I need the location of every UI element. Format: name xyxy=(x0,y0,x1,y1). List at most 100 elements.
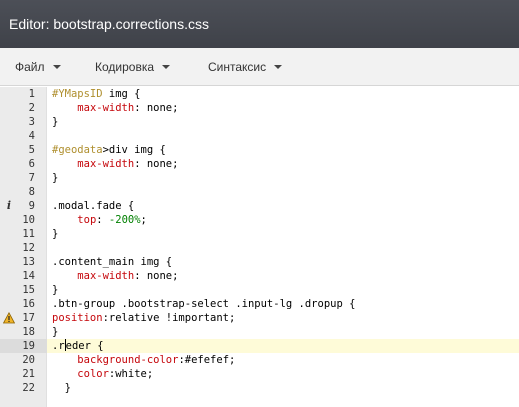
menu-file-label: Файл xyxy=(15,60,45,74)
code-text: } xyxy=(52,115,58,129)
line-number: 22 xyxy=(22,382,35,394)
code-text: } xyxy=(52,325,58,339)
code-token: max-width xyxy=(77,270,135,282)
code-token: } xyxy=(52,326,59,338)
code-text: background-color:#efefef; xyxy=(52,353,235,367)
menu-file[interactable]: Файл xyxy=(15,60,61,74)
line-number: 8 xyxy=(28,186,35,198)
line-number: 4 xyxy=(28,130,35,142)
code-line[interactable]: 12 xyxy=(0,241,519,255)
code-line[interactable]: 21 color:white; xyxy=(0,367,519,381)
chevron-down-icon xyxy=(274,65,283,69)
line-number: 2 xyxy=(28,102,35,114)
code-token: img { xyxy=(102,88,141,100)
code-text: } xyxy=(52,283,58,297)
info-icon[interactable]: i xyxy=(3,200,15,212)
code-token: } xyxy=(52,116,59,128)
code-token: top xyxy=(77,214,97,226)
code-token: .modal.fade { xyxy=(52,200,135,212)
code-token: position xyxy=(52,312,103,324)
code-token: background-color xyxy=(77,354,179,366)
code-line[interactable]: 8 xyxy=(0,185,519,199)
code-text: .modal.fade { xyxy=(52,199,134,213)
code-token: max-width xyxy=(77,102,135,114)
code-line[interactable]: 1 #YMapsID img { xyxy=(0,87,519,101)
code-text: #geodata>div img { xyxy=(52,143,166,157)
code-text: .content_main img { xyxy=(52,255,172,269)
code-token: #geodata xyxy=(52,144,103,156)
line-number: 12 xyxy=(22,242,35,254)
code-token: : none; xyxy=(134,102,179,114)
code-text: top: -200%; xyxy=(52,213,147,227)
code-token: :#efefef; xyxy=(178,354,236,366)
code-line[interactable]: 7} xyxy=(0,171,519,185)
code-line[interactable]: 18} xyxy=(0,325,519,339)
code-line[interactable]: 4 xyxy=(0,129,519,143)
code-token: } xyxy=(52,172,59,184)
code-text: max-width: none; xyxy=(52,101,178,115)
code-line[interactable]: 15} xyxy=(0,283,519,297)
code-line[interactable]: 20 background-color:#efefef; xyxy=(0,353,519,367)
code-line[interactable]: 3} xyxy=(0,115,519,129)
code-line[interactable]: 13 .content_main img { xyxy=(0,255,519,269)
code-token: -200% xyxy=(108,214,141,226)
code-line[interactable]: 11} xyxy=(0,227,519,241)
line-number: 21 xyxy=(22,368,35,380)
code-line[interactable]: 6 max-width: none; xyxy=(0,157,519,171)
code-token: } xyxy=(52,284,59,296)
menu-encoding[interactable]: Кодировка xyxy=(95,60,171,74)
line-number: 11 xyxy=(22,228,35,240)
line-number: 3 xyxy=(28,116,35,128)
code-line[interactable]: 2 max-width: none; xyxy=(0,101,519,115)
code-lines: 1 #YMapsID img {2 max-width: none; 3} 4 5 #ge… xyxy=(0,87,519,395)
code-token: : none; xyxy=(134,270,179,282)
code-line[interactable]: 19 .reder { xyxy=(0,339,519,353)
code-token: .r xyxy=(52,340,65,352)
line-number: 19 xyxy=(0,339,47,353)
code-token: #YMapsID xyxy=(52,88,103,100)
line-number: 5 xyxy=(28,144,35,156)
code-editor[interactable]: 1 #YMapsID img {2 max-width: none; 3} 4 5 #ge… xyxy=(0,87,519,407)
code-text: #YMapsID img { xyxy=(52,87,141,101)
code-text: } xyxy=(52,227,58,241)
line-number: 16 xyxy=(22,298,35,310)
code-line[interactable]: 14 max-width: none; xyxy=(0,269,519,283)
line-number: 20 xyxy=(22,354,35,366)
menu-syntax-label: Синтаксис xyxy=(208,60,267,74)
code-text: max-width: none; xyxy=(52,157,178,171)
code-line[interactable]: 16 .btn-group .bootstrap-select .input-lg… xyxy=(0,297,519,311)
code-text: color:white; xyxy=(52,367,153,381)
line-number: 10 xyxy=(22,214,35,226)
window-title: Editor: bootstrap.corrections.css xyxy=(9,16,209,32)
code-line[interactable]: 9 i .modal.fade { xyxy=(0,199,519,213)
menu-syntax[interactable]: Синтаксис xyxy=(208,60,283,74)
line-number: 15 xyxy=(22,284,35,296)
line-number: 13 xyxy=(22,256,35,268)
line-number: 1 xyxy=(28,88,35,100)
code-text: max-width: none; xyxy=(52,269,178,283)
line-number: 7 xyxy=(28,172,35,184)
code-token: } xyxy=(52,228,59,240)
line-number: 18 xyxy=(22,326,35,338)
line-number: 6 xyxy=(28,158,35,170)
code-token: eder { xyxy=(65,340,104,352)
menu-encoding-label: Кодировка xyxy=(95,60,155,74)
code-token: : xyxy=(96,214,109,226)
code-line[interactable]: 10 top: -200%; xyxy=(0,213,519,227)
code-token: : none; xyxy=(134,158,179,170)
warning-icon[interactable] xyxy=(2,311,16,324)
code-text: .btn-group .bootstrap-select .input-lg .… xyxy=(52,297,355,311)
code-token: :relative !important; xyxy=(102,312,236,324)
code-token: >div img { xyxy=(102,144,166,156)
editor-titlebar: Editor: bootstrap.corrections.css xyxy=(0,0,519,48)
code-token: .content_main img { xyxy=(52,256,173,268)
code-line[interactable]: 17 position:relative !important; xyxy=(0,311,519,325)
code-line[interactable]: 22 } xyxy=(0,381,519,395)
code-line[interactable]: 5 #geodata>div img { xyxy=(0,143,519,157)
